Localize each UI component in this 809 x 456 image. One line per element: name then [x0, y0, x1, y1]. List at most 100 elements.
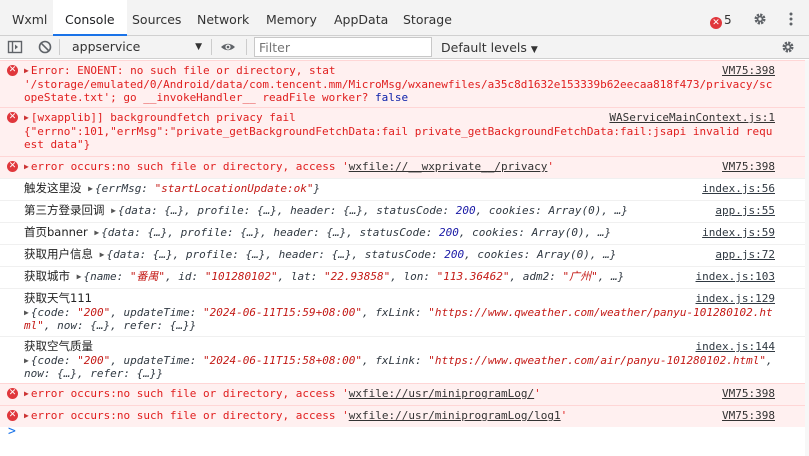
error-message: ▶ error occurs:no such file or directory,…	[24, 160, 775, 174]
tab-storage[interactable]: Storage	[391, 0, 464, 35]
console-error-row[interactable]: ✕ ▶ error occurs:no such file or director…	[0, 156, 809, 178]
expand-triangle-icon[interactable]: ▶	[100, 248, 105, 262]
object-text: , updateTime:	[110, 305, 204, 319]
number-value: 200	[444, 248, 465, 261]
error-icon: ✕	[710, 17, 722, 29]
expand-triangle-icon[interactable]: ▶	[88, 182, 93, 196]
tab-wxml[interactable]: Wxml	[0, 0, 59, 35]
object-text: , now: {…}, refer: {…}}	[43, 319, 197, 332]
expand-triangle-icon[interactable]: ▶	[24, 409, 29, 423]
file-path-link[interactable]: wxfile://usr/miniprogramLog/log1	[349, 409, 561, 422]
source-link[interactable]: VM75:398	[722, 160, 775, 173]
log-levels-select[interactable]: Default levels ▼	[441, 39, 538, 57]
toolbar-divider	[211, 39, 212, 55]
log-message: 首页banner ▶ {data: {…}, profile: {…}, head…	[24, 225, 775, 240]
console-log-row[interactable]: 首页banner ▶ {data: {…}, profile: {…}, head…	[0, 222, 809, 244]
tab-appdata[interactable]: AppData	[322, 0, 400, 35]
console-log-row[interactable]: 第三方登录回调 ▶ {data: {…}, profile: {…}, heade…	[0, 200, 809, 222]
message-text: error occurs:no such file or directory, …	[30, 160, 349, 173]
source-link[interactable]: app.js:55	[715, 204, 775, 217]
eye-icon[interactable]	[220, 39, 236, 55]
file-path-link[interactable]: wxfile://usr/miniprogramLog/	[349, 387, 534, 400]
source-link[interactable]: index.js:59	[702, 226, 775, 239]
source-link[interactable]: VM75:398	[722, 387, 775, 400]
console-prompt[interactable]: >	[8, 424, 16, 439]
console-scrollbar[interactable]	[805, 60, 809, 456]
dropdown-arrow-icon: ▼	[195, 42, 202, 52]
console-log-row[interactable]: 获取城市 ▶ {name: "番禺", id: "101280102", lat:…	[0, 266, 809, 288]
log-message: 获取天气111 ▶ {code: "200", updateTime: "2024…	[24, 291, 775, 333]
error-icon: ✕	[7, 112, 18, 123]
error-icon: ✕	[7, 65, 18, 76]
console-error-row[interactable]: ✕ ▶ [wxapplib]] backgroundfetch privacy f…	[0, 107, 809, 156]
expand-triangle-icon[interactable]: ▶	[94, 226, 99, 240]
console-log-row[interactable]: 触发这里没 ▶ {errMsg: "startLocationUpdate:ok"…	[0, 178, 809, 200]
error-icon: ✕	[7, 161, 18, 172]
log-label: 触发这里没	[24, 181, 82, 195]
source-link[interactable]: app.js:72	[715, 248, 775, 261]
object-text: {data: {…}, profile: {…}, header: {…}, s…	[117, 204, 456, 217]
sidebar-toggle-icon[interactable]	[7, 39, 23, 55]
console-log-row[interactable]: 获取空气质量 ▶ {code: "200", updateTime: "2024-…	[0, 336, 809, 383]
tab-sources[interactable]: Sources	[120, 0, 193, 35]
console-error-row[interactable]: ✕ ▶ Error: ENOENT: no such file or direct…	[0, 60, 809, 107]
string-value: "https://www.qweather.com/air/panyu-1012…	[428, 353, 766, 367]
message-text: error occurs:no such file or directory, …	[30, 387, 349, 400]
source-link[interactable]: index.js:103	[696, 270, 775, 283]
expand-triangle-icon[interactable]: ▶	[24, 306, 29, 320]
string-value: "2024-06-11T15:58+08:00"	[203, 353, 362, 367]
source-link[interactable]: index.js:144	[696, 340, 775, 353]
console-error-row[interactable]: ✕ ▶ error occurs:no such file or director…	[0, 405, 809, 427]
context-select[interactable]: appservice ▼	[60, 38, 208, 56]
object-text: {name:	[83, 270, 130, 283]
toolbar-divider	[246, 39, 247, 55]
console-error-row[interactable]: ✕ ▶ error occurs:no such file or director…	[0, 383, 809, 405]
log-message: 获取空气质量 ▶ {code: "200", updateTime: "2024-…	[24, 339, 775, 381]
tab-console[interactable]: Console	[53, 0, 127, 36]
error-message: ▶ Error: ENOENT: no such file or director…	[24, 64, 775, 105]
gear-icon[interactable]	[752, 11, 768, 27]
log-label: 获取城市	[24, 269, 70, 283]
log-object: {name: "番禺", id: "101280102", lat: "22.9…	[83, 270, 624, 283]
object-text: , cookies: Array(0), …}	[464, 248, 617, 261]
expand-triangle-icon[interactable]: ▶	[24, 111, 29, 125]
tab-network[interactable]: Network	[185, 0, 261, 35]
more-options-icon[interactable]	[783, 11, 799, 27]
source-link[interactable]: VM75:398	[722, 64, 775, 77]
string-value: "22.93858"	[324, 270, 391, 283]
error-count: 5	[724, 13, 732, 27]
console-log-row[interactable]: 获取天气111 ▶ {code: "200", updateTime: "2024…	[0, 288, 809, 336]
number-value: 200	[438, 226, 459, 239]
file-path-link[interactable]: wxfile://__wxprivate__/privacy	[349, 160, 548, 173]
source-link[interactable]: index.js:129	[696, 292, 775, 305]
expand-triangle-icon[interactable]: ▶	[24, 64, 29, 78]
object-text: {data: {…}, profile: {…}, header: {…}, s…	[101, 226, 439, 239]
log-label: 首页banner	[24, 225, 88, 239]
error-message: ▶ error occurs:no such file or directory,…	[24, 387, 775, 401]
expand-triangle-icon[interactable]: ▶	[111, 204, 116, 218]
message-text: '	[547, 160, 555, 173]
expand-triangle-icon[interactable]: ▶	[24, 160, 29, 174]
object-text: , cookies: Array(0), …}	[458, 226, 612, 239]
source-link[interactable]: WAServiceMainContext.js:1	[609, 111, 775, 124]
expand-triangle-icon[interactable]: ▶	[77, 270, 82, 284]
string-value: "番禺"	[129, 270, 166, 283]
log-object: {data: {…}, profile: {…}, header: {…}, s…	[118, 204, 628, 217]
expand-triangle-icon[interactable]: ▶	[24, 387, 29, 401]
tab-memory[interactable]: Memory	[254, 0, 329, 35]
error-counter[interactable]: ✕ 5	[710, 12, 732, 29]
console-settings-icon[interactable]	[780, 39, 796, 55]
log-label: 获取天气111	[24, 291, 92, 305]
object-text: {code:	[30, 353, 78, 367]
object-text: , adm2:	[509, 270, 563, 283]
source-link[interactable]: VM75:398	[722, 409, 775, 422]
object-text: {data: {…}, profile: {…}, header: {…}, s…	[106, 248, 445, 261]
filter-input[interactable]	[254, 37, 432, 57]
source-link[interactable]: index.js:56	[702, 182, 775, 195]
expand-triangle-icon[interactable]: ▶	[24, 354, 29, 368]
log-message: 获取城市 ▶ {name: "番禺", id: "101280102", lat:…	[24, 269, 775, 284]
error-icon: ✕	[7, 388, 18, 399]
string-value: "200"	[77, 305, 111, 319]
console-log-row[interactable]: 获取用户信息 ▶ {data: {…}, profile: {…}, header…	[0, 244, 809, 266]
clear-console-icon[interactable]	[37, 39, 53, 55]
